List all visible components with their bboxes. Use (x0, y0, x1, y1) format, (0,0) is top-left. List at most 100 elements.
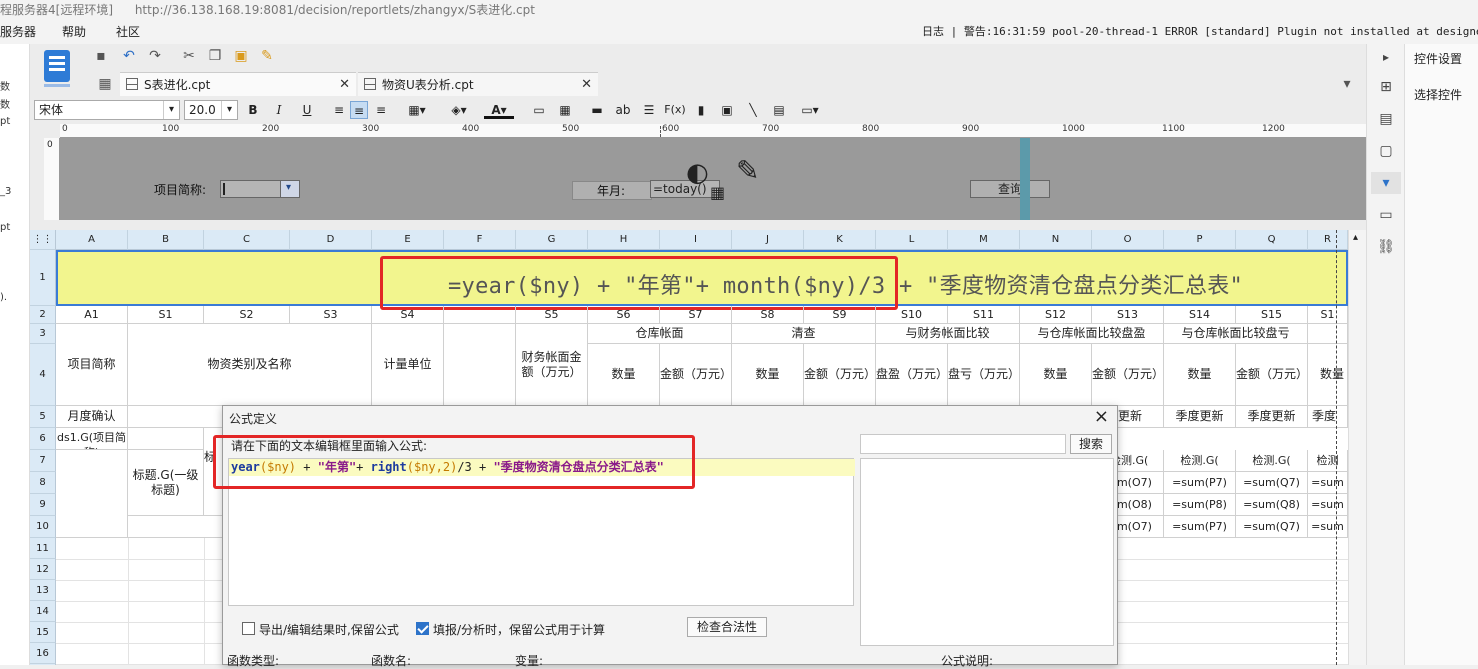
select-widget-label[interactable]: 选择控件 (1414, 86, 1462, 103)
condition-icon[interactable]: ▭ (1377, 206, 1395, 224)
cell-h4[interactable]: 数量 (588, 344, 660, 406)
bold-button[interactable]: B (244, 101, 262, 119)
cell-i2[interactable]: S7 (660, 306, 732, 324)
link-icon[interactable]: ⛓ (1377, 238, 1395, 256)
chevron-up-icon[interactable]: ▴ (1353, 232, 1358, 243)
col-header[interactable]: J (732, 230, 804, 250)
col-header[interactable]: F (444, 230, 516, 250)
crop-icon[interactable]: ▢ (1377, 142, 1395, 160)
cell-m2[interactable]: S11 (948, 306, 1020, 324)
cell-attribute-icon[interactable]: ⊞ (1377, 78, 1395, 96)
col-header[interactable]: B (128, 230, 204, 250)
close-icon[interactable]: × (1094, 406, 1109, 427)
cell-q9[interactable]: =sum(Q8) (1236, 494, 1308, 516)
col-header[interactable]: P (1164, 230, 1236, 250)
row-header[interactable]: 6 (30, 428, 56, 450)
cell-e2[interactable]: S4 (372, 306, 444, 324)
col-header[interactable]: E (372, 230, 444, 250)
col-header[interactable]: N (1020, 230, 1092, 250)
cell-q2[interactable]: S15 (1236, 306, 1308, 324)
row-header[interactable]: 14 (30, 601, 56, 622)
col-header[interactable]: G (516, 230, 588, 250)
cell-h2[interactable]: S6 (588, 306, 660, 324)
cell-j2[interactable]: S8 (732, 306, 804, 324)
cell-a5[interactable]: 月度确认 (56, 406, 128, 428)
row-header[interactable]: 7 (30, 450, 56, 472)
align-left-icon[interactable]: ≡ (330, 101, 348, 119)
tab-material-analysis[interactable]: 物资U表分析.cpt ✕ (358, 72, 598, 96)
row-header[interactable]: 8 (30, 472, 56, 494)
row-header[interactable]: 3 (30, 324, 56, 344)
row-header[interactable]: 15 (30, 622, 56, 643)
vertical-scrollbar[interactable]: ▴ (1348, 230, 1366, 665)
col-header[interactable]: Q (1236, 230, 1308, 250)
more-widget-icon[interactable]: ▭▾ (796, 101, 824, 119)
formula-icon[interactable]: F(x) (664, 101, 686, 119)
fill-color-icon[interactable]: ◈▾ (444, 101, 474, 119)
row-header[interactable]: 16 (30, 643, 56, 664)
cell-b6[interactable] (128, 428, 204, 450)
cell-o4[interactable]: 金额（万元） (1092, 344, 1164, 406)
col-header[interactable]: I (660, 230, 732, 250)
cell-g2[interactable]: S5 (516, 306, 588, 324)
element-settings-icon[interactable]: ▤ (1377, 110, 1395, 128)
grid-icon[interactable]: ▦ (556, 101, 574, 119)
function-list[interactable] (860, 458, 1114, 646)
col-header[interactable]: D (290, 230, 372, 250)
cell-material-header[interactable]: 物资类别及名称 (128, 324, 372, 406)
cell-k4[interactable]: 金额（万元） (804, 344, 876, 406)
cell-p5[interactable]: 季度更新 (1164, 406, 1236, 428)
undo-icon[interactable]: ↶ (120, 47, 138, 65)
row-header[interactable]: 5 (30, 406, 56, 428)
pencil-icon[interactable]: ✎ (736, 154, 759, 187)
cell-r10[interactable]: =sum (1308, 516, 1348, 538)
cell-j4[interactable]: 数量 (732, 344, 804, 406)
menu-help[interactable]: 帮助 (62, 20, 86, 44)
cell-r8[interactable]: =sum (1308, 472, 1348, 494)
col-header[interactable]: R (1308, 230, 1348, 250)
merge-cell-icon[interactable]: ▭ (530, 101, 548, 119)
cell-warehouse-group[interactable]: 仓库帐面 (588, 324, 732, 344)
cell-finance-amount[interactable]: 财务帐面金额（万元） (516, 324, 588, 406)
row-header[interactable]: 1 (30, 250, 56, 306)
cell-c2[interactable]: S2 (204, 306, 290, 324)
cell-deficit-group[interactable]: 与仓库帐面比较盘亏 (1164, 324, 1308, 344)
row-header[interactable]: 13 (30, 580, 56, 601)
copy-icon[interactable]: ❐ (206, 47, 224, 65)
row-header[interactable]: 4 (30, 344, 56, 406)
cell-p7[interactable]: 检测.G( (1164, 450, 1236, 472)
cell-r2[interactable]: S1 (1308, 306, 1348, 324)
close-icon[interactable]: ✕ (581, 73, 592, 97)
paragraph-icon[interactable]: ☰ (640, 101, 658, 119)
eye-slash-icon[interactable]: ◐ (686, 158, 709, 188)
row-header[interactable]: 12 (30, 559, 56, 580)
cell-r3[interactable] (1308, 324, 1348, 344)
menu-community[interactable]: 社区 (116, 20, 140, 44)
cell-r9[interactable]: =sum (1308, 494, 1348, 516)
cell-f-header[interactable] (444, 324, 516, 406)
border-icon[interactable]: ▦▾ (402, 101, 432, 119)
cell-q8[interactable]: =sum(Q7) (1236, 472, 1308, 494)
function-search-input[interactable] (860, 434, 1066, 454)
paste-icon[interactable]: ▣ (232, 47, 250, 65)
col-header[interactable]: O (1092, 230, 1164, 250)
cell-m4[interactable]: 盘亏（万元） (948, 344, 1020, 406)
keep-formula-export-checkbox[interactable] (242, 622, 255, 635)
font-size-select[interactable]: 20.0 ▾ (184, 100, 238, 120)
italic-button[interactable]: I (270, 101, 288, 119)
sub-report-icon[interactable]: ▤ (770, 101, 788, 119)
cell-p4[interactable]: 数量 (1164, 344, 1236, 406)
cell-k2[interactable]: S9 (804, 306, 876, 324)
col-header[interactable]: H (588, 230, 660, 250)
tab-s-report[interactable]: S表进化.cpt ✕ (120, 72, 356, 96)
save-icon[interactable]: ▪ (92, 47, 110, 65)
slash-icon[interactable]: ╲ (744, 101, 762, 119)
cell-p2[interactable]: S14 (1164, 306, 1236, 324)
menu-server[interactable]: 服务器 (0, 20, 36, 44)
cell-r7[interactable]: 检测 (1308, 450, 1348, 472)
row-header[interactable]: 9 (30, 494, 56, 516)
cell-check-group[interactable]: 清查 (732, 324, 876, 344)
font-family-select[interactable]: 宋体 ▾ (34, 100, 180, 120)
cell-n4[interactable]: 数量 (1020, 344, 1092, 406)
cell-unit-header[interactable]: 计量单位 (372, 324, 444, 406)
